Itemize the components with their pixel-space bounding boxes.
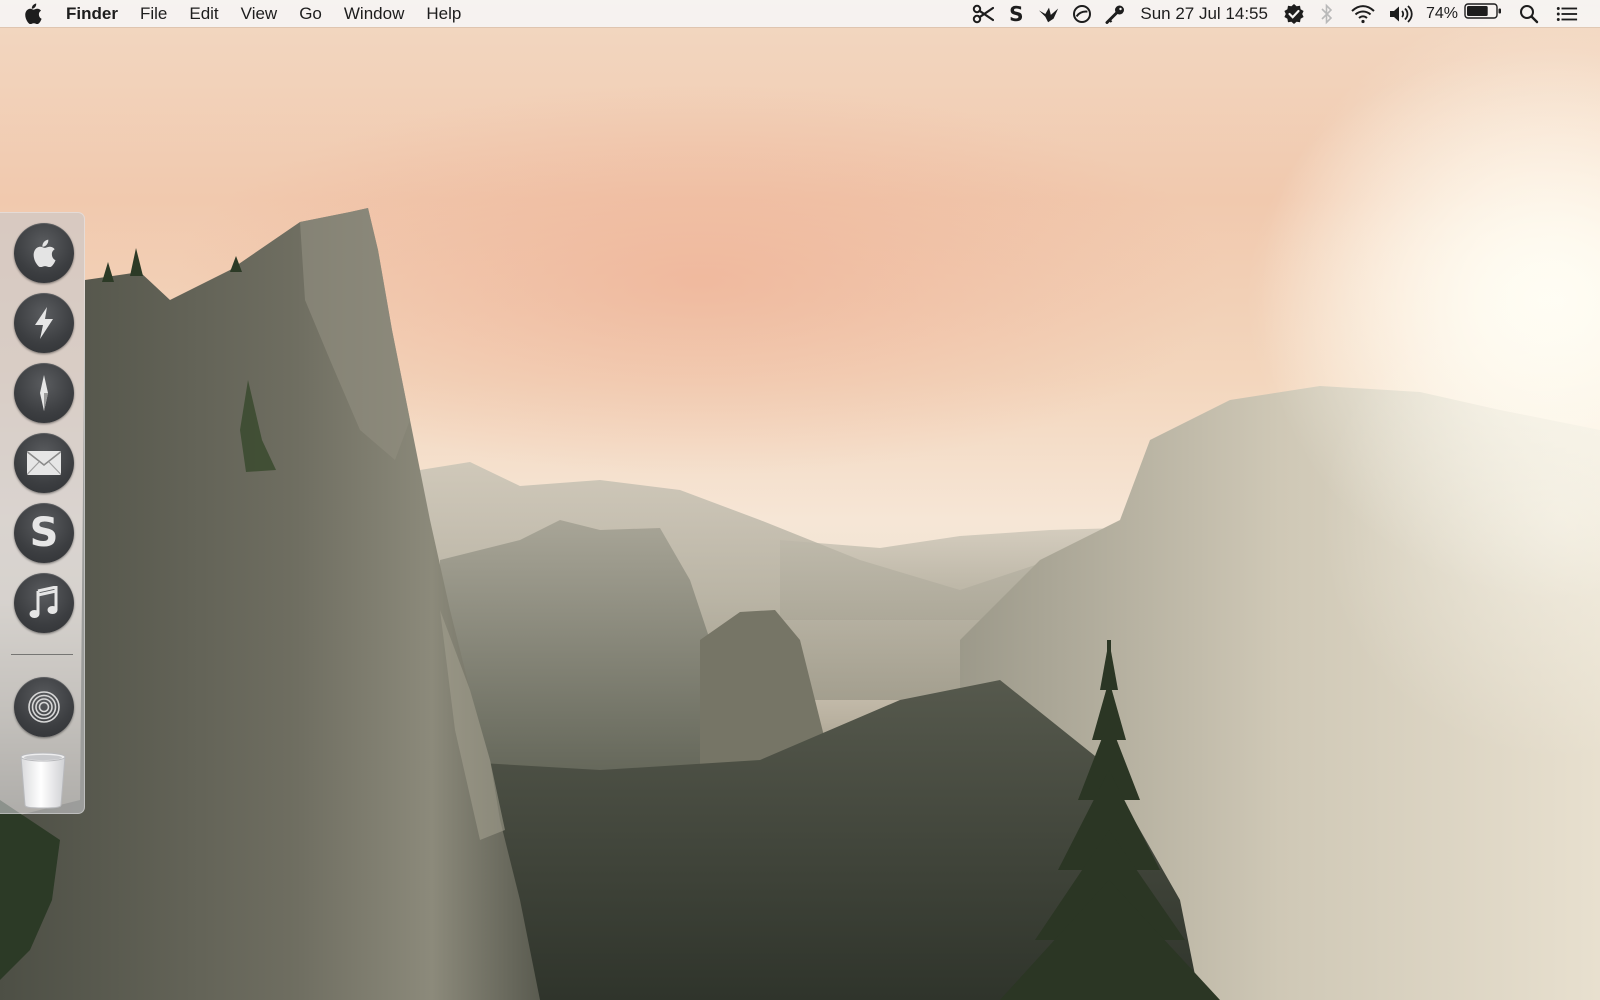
menu-bar-right: S Sun 27 Jul 14:55 74% xyxy=(961,0,1600,27)
menu-edit[interactable]: Edit xyxy=(189,0,218,27)
checkmark-badge-icon[interactable] xyxy=(1283,3,1305,25)
menu-app-name[interactable]: Finder xyxy=(66,0,118,27)
s-app-icon[interactable]: S xyxy=(14,503,74,563)
battery-percent: 74% xyxy=(1425,4,1458,22)
notification-center-icon[interactable] xyxy=(1556,3,1578,25)
menu-go[interactable]: Go xyxy=(299,0,322,27)
battery-fill xyxy=(1467,6,1488,16)
crane-icon[interactable] xyxy=(1038,3,1060,25)
music-note-icon[interactable] xyxy=(14,573,74,633)
menu-clock[interactable]: Sun 27 Jul 14:55 xyxy=(1140,4,1268,24)
desktop: Finder File Edit View Go Window Help S S… xyxy=(0,0,1600,1000)
wallpaper xyxy=(0,0,1600,1000)
menu-window[interactable]: Window xyxy=(344,0,404,27)
volume-icon[interactable] xyxy=(1388,3,1416,25)
menu-file[interactable]: File xyxy=(140,0,167,27)
wifi-icon[interactable] xyxy=(1349,3,1377,25)
menu-bar-left: Finder File Edit View Go Window Help xyxy=(0,0,483,27)
compass-icon[interactable] xyxy=(14,363,74,423)
s-app-glyph: S xyxy=(29,510,59,556)
apple-menu-icon[interactable] xyxy=(24,3,44,25)
dock: S xyxy=(0,212,85,814)
apple-icon[interactable] xyxy=(14,223,74,283)
scissors-icon[interactable] xyxy=(972,3,995,25)
s-glyph-icon[interactable]: S xyxy=(1005,3,1027,25)
do-not-disturb-icon[interactable] xyxy=(1071,3,1093,25)
bolt-icon[interactable] xyxy=(14,293,74,353)
battery-icon xyxy=(1464,2,1502,25)
battery-status[interactable]: 74% xyxy=(1426,2,1502,25)
trash-icon[interactable] xyxy=(18,751,68,809)
bluetooth-icon[interactable] xyxy=(1316,3,1338,25)
menu-bar: Finder File Edit View Go Window Help S S… xyxy=(0,0,1600,27)
circles-icon[interactable] xyxy=(14,677,74,737)
menu-help[interactable]: Help xyxy=(426,0,461,27)
menu-view[interactable]: View xyxy=(241,0,278,27)
spotlight-icon[interactable] xyxy=(1518,3,1540,25)
key-icon[interactable] xyxy=(1104,3,1126,25)
dock-separator xyxy=(11,654,73,655)
mail-icon[interactable] xyxy=(14,433,74,493)
